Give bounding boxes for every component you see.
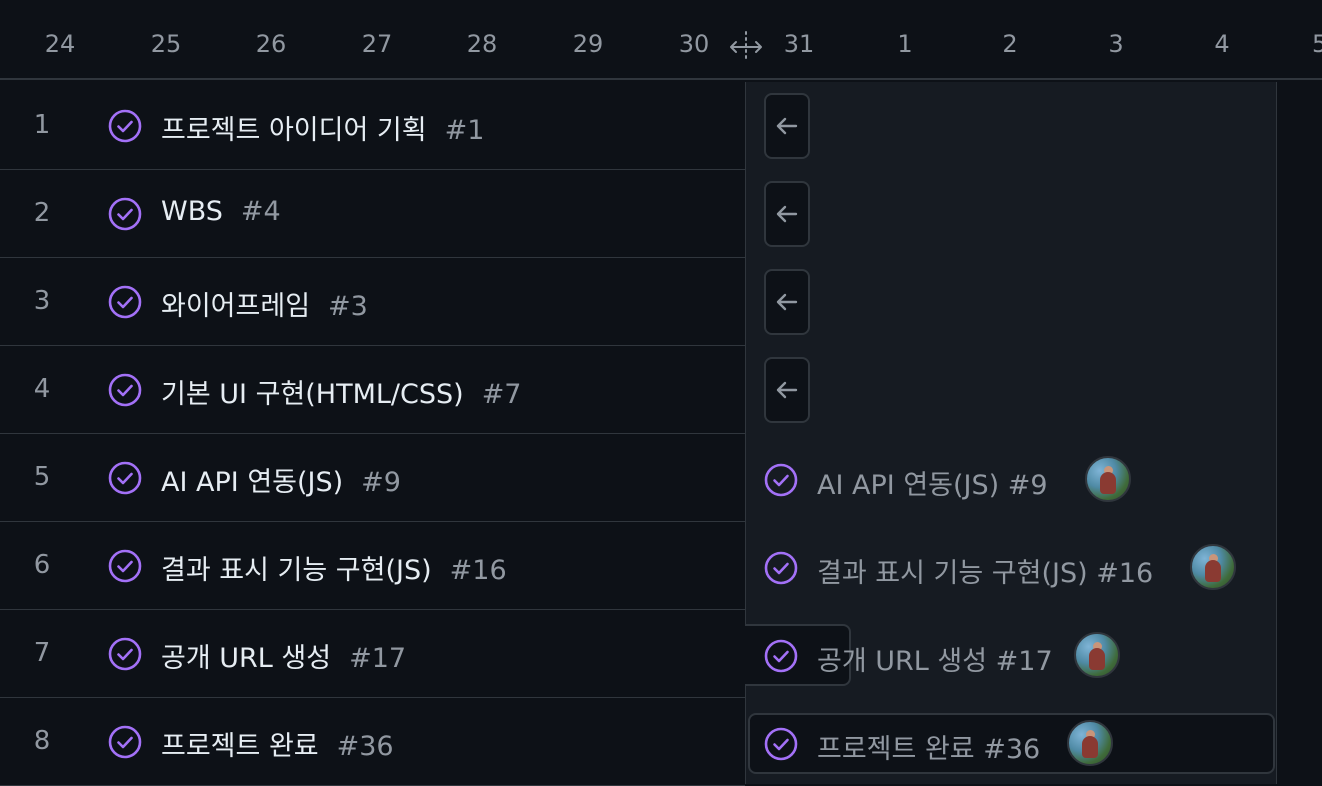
date-label: 24 [44,30,76,58]
arrow-left-icon [776,381,798,399]
check-circle-icon [764,727,798,761]
table-row[interactable]: 5 AI API 연동(JS) #9 [0,434,745,522]
issue-title[interactable]: 기본 UI 구현(HTML/CSS) [161,379,464,410]
timeline-bar[interactable]: 프로젝트 완료 #36 [746,714,1146,774]
row-number: 7 [33,638,51,668]
timeline-bar[interactable]: 공개 URL 생성 #17 [746,626,1146,686]
date-label: 4 [1214,30,1230,58]
date-label: 2 [1002,30,1018,58]
row-number: 6 [33,550,51,580]
timeline-bar-label: 공개 URL 생성 #17 [817,646,1053,677]
table-row[interactable]: 6 결과 표시 기능 구현(JS) #16 [0,522,745,610]
row-number: 8 [33,726,51,756]
row-number: 4 [33,374,51,404]
scroll-to-item-button[interactable] [764,269,810,335]
row-number: 3 [33,286,51,316]
assignee-avatar[interactable] [1074,632,1120,678]
assignee-avatar[interactable] [1067,720,1113,766]
scroll-to-item-button[interactable] [764,181,810,247]
issue-title[interactable]: WBS [161,196,223,227]
issue-number[interactable]: #3 [328,291,368,322]
check-circle-icon [108,373,142,407]
timeline-bar-label: 프로젝트 완료 #36 [817,734,1041,765]
date-label: 27 [361,30,393,58]
date-label: 30 [678,30,710,58]
check-circle-icon [108,725,142,759]
issue-number[interactable]: #7 [482,379,522,410]
assignee-avatar[interactable] [1085,456,1131,502]
timeline-header: 24 25 26 27 28 29 30 31 1 2 3 4 5 [0,0,1322,80]
timeline-gutter [1277,82,1322,784]
check-circle-icon [108,637,142,671]
check-circle-icon [108,109,142,143]
date-label: 3 [1108,30,1124,58]
row-number: 2 [33,198,51,228]
arrow-left-icon [776,205,798,223]
arrow-left-icon [776,117,798,135]
table-row[interactable]: 7 공개 URL 생성 #17 [0,610,745,698]
move-horizontal-icon[interactable] [729,30,763,64]
issue-number[interactable]: #9 [361,467,401,498]
date-label: 29 [572,30,604,58]
date-label: 28 [466,30,498,58]
table-row[interactable]: 2 WBS #4 [0,170,745,258]
issue-number[interactable]: #16 [450,555,507,586]
issue-number[interactable]: #36 [337,731,394,762]
issue-title[interactable]: AI API 연동(JS) [161,467,343,498]
issue-number[interactable]: #4 [241,196,281,227]
check-circle-icon [108,197,142,231]
issue-number[interactable]: #17 [349,643,406,674]
issue-number[interactable]: #1 [445,115,485,146]
timeline-bar[interactable]: 결과 표시 기능 구현(JS) #16 [746,538,1246,598]
issue-title[interactable]: 와이어프레임 [161,291,310,322]
row-number: 5 [33,462,51,492]
scroll-to-item-button[interactable] [764,93,810,159]
scroll-to-item-button[interactable] [764,357,810,423]
row-number: 1 [33,110,51,140]
timeline-bar-label: 결과 표시 기능 구현(JS) #16 [817,558,1154,589]
issue-title[interactable]: 공개 URL 생성 [161,643,331,674]
table-row[interactable]: 8 프로젝트 완료 #36 [0,698,745,786]
date-label: 5 [1312,30,1322,58]
timeline-bar-label: AI API 연동(JS) #9 [817,470,1048,501]
date-label: 1 [897,30,913,58]
check-circle-icon [108,549,142,583]
date-label: 31 [783,30,815,58]
date-label: 25 [150,30,182,58]
table-row[interactable]: 4 기본 UI 구현(HTML/CSS) #7 [0,346,745,434]
check-circle-icon [764,463,798,497]
timeline-bar[interactable]: AI API 연동(JS) #9 [746,450,1146,510]
check-circle-icon [764,551,798,585]
check-circle-icon [764,639,798,673]
issue-title[interactable]: 프로젝트 아이디어 기획 [161,115,427,146]
issue-title[interactable]: 결과 표시 기능 구현(JS) [161,555,432,586]
assignee-avatar[interactable] [1190,544,1236,590]
arrow-left-icon [776,293,798,311]
issue-title[interactable]: 프로젝트 완료 [161,731,319,762]
table-row[interactable]: 1 프로젝트 아이디어 기획 #1 [0,82,745,170]
check-circle-icon [108,285,142,319]
table-row[interactable]: 3 와이어프레임 #3 [0,258,745,346]
issue-table: 1 프로젝트 아이디어 기획 #1 2 WBS #4 3 와이어프레임 #3 4 기본… [0,82,745,786]
check-circle-icon [108,461,142,495]
date-label: 26 [255,30,287,58]
